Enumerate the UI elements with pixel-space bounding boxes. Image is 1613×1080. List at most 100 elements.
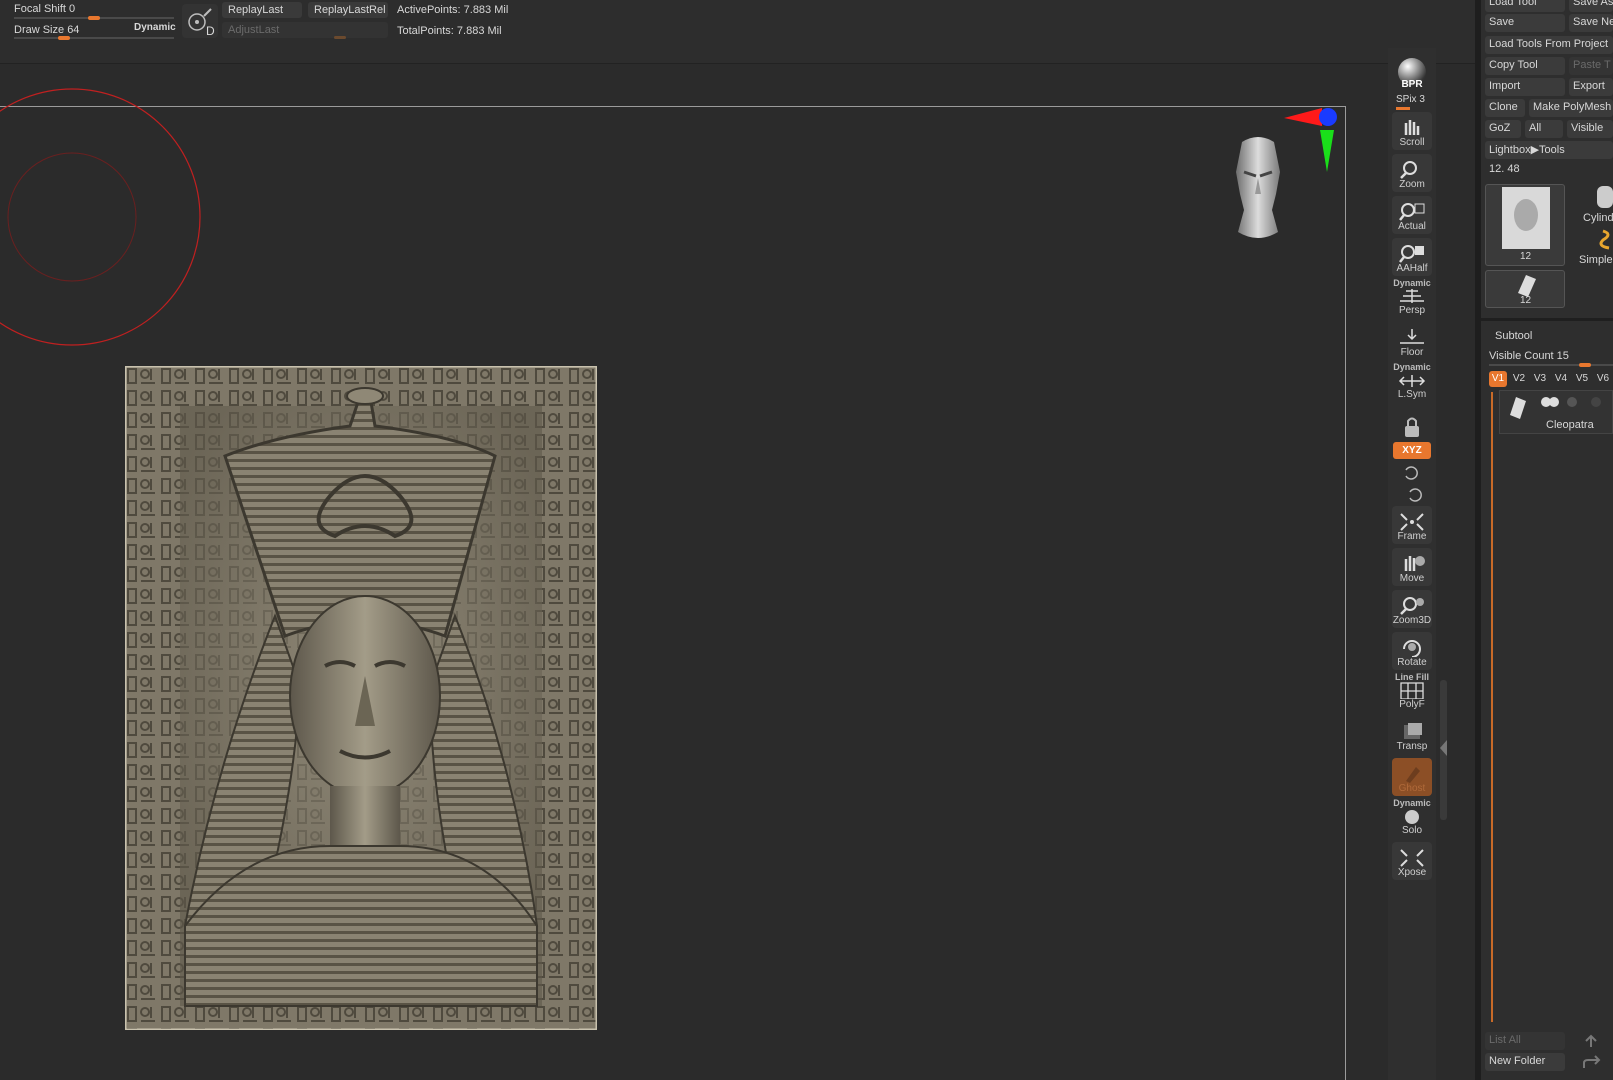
tool-thumbnail-current[interactable]: 12: [1485, 184, 1565, 266]
export-button[interactable]: Export: [1569, 78, 1613, 96]
focal-shift-value: 0: [69, 3, 76, 15]
active-points-readout: ActivePoints: 7.883 Mil: [397, 4, 509, 16]
lightbox-tools-button[interactable]: Lightbox▶Tools: [1485, 141, 1613, 159]
transp-button[interactable]: Transp: [1392, 716, 1432, 754]
clone-button[interactable]: Clone: [1485, 99, 1525, 117]
cylinder-label: Cylind: [1583, 212, 1613, 224]
tool-slider-value[interactable]: 12. 48: [1489, 163, 1520, 175]
make-polymesh-button[interactable]: Make PolyMesh: [1529, 99, 1613, 117]
rotate-label: Rotate: [1397, 657, 1427, 668]
polyf-button[interactable]: Line Fill PolyF: [1392, 672, 1432, 712]
lock-icon: [1405, 417, 1419, 437]
scroll-button[interactable]: Scroll: [1392, 112, 1432, 150]
zoom-button[interactable]: Zoom: [1392, 154, 1432, 192]
actual-button[interactable]: Actual: [1392, 196, 1432, 234]
relief-model[interactable]: [125, 366, 597, 1030]
load-tool-button[interactable]: Load Tool: [1485, 0, 1565, 12]
focal-shift-label: Focal Shift: [14, 3, 66, 15]
magnifier-icon: [1400, 161, 1417, 179]
paste-tool-button[interactable]: Paste T: [1569, 57, 1613, 75]
zoom3d-button[interactable]: Zoom3D: [1392, 590, 1432, 628]
view-tab-v4[interactable]: V4: [1552, 371, 1570, 387]
view-tab-v2[interactable]: V2: [1510, 371, 1528, 387]
replay-last-button[interactable]: ReplayLast: [222, 2, 302, 18]
folder-arrow-icon[interactable]: [1581, 1055, 1603, 1071]
import-button[interactable]: Import: [1485, 78, 1565, 96]
simple-brush-label: Simple: [1579, 254, 1613, 266]
polyf-label: PolyF: [1399, 699, 1425, 710]
draw-size-knob[interactable]: [58, 36, 71, 40]
spix-knob[interactable]: [1396, 107, 1410, 110]
dynamic-draw-button[interactable]: D: [182, 4, 218, 38]
replay-last-rel-button[interactable]: ReplayLastRel: [308, 2, 388, 18]
draw-size-value: 64: [67, 24, 80, 36]
pharaoh-thumb-icon: [1502, 187, 1550, 249]
persp-label: Persp: [1398, 305, 1426, 316]
simple-brush-icon[interactable]: [1599, 228, 1613, 250]
load-tools-from-project-button[interactable]: Load Tools From Project: [1485, 36, 1613, 54]
visible-count-knob[interactable]: [1578, 363, 1591, 367]
focal-shift-slider[interactable]: Focal Shift 0: [14, 3, 75, 15]
floor-label: Floor: [1400, 347, 1424, 358]
axis-gizmo-icon[interactable]: [1280, 106, 1344, 176]
move-hand-icon: [1404, 556, 1425, 571]
save-as-button[interactable]: Save As: [1569, 0, 1613, 12]
frame-label: Frame: [1397, 531, 1427, 542]
subtool-visibility-icons[interactable]: [1540, 395, 1613, 409]
bpr-button[interactable]: BPR: [1392, 52, 1432, 90]
view-tab-v6[interactable]: V6: [1594, 371, 1612, 387]
subtool-title[interactable]: Subtool: [1495, 330, 1532, 342]
solo-dynamic-label: Dynamic: [1393, 798, 1431, 808]
adjust-last-knob[interactable]: [334, 36, 346, 39]
ghost-button[interactable]: Ghost: [1392, 758, 1432, 796]
subtool-list-bar: [1491, 392, 1493, 1022]
collapse-arrow-icon[interactable]: [1440, 740, 1448, 756]
move-button[interactable]: Move: [1392, 548, 1432, 586]
aahalf-button[interactable]: AAHalf: [1392, 238, 1432, 276]
lsym-button[interactable]: Dynamic L.Sym: [1392, 362, 1432, 402]
transp-label: Transp: [1396, 741, 1428, 752]
new-folder-button[interactable]: New Folder: [1485, 1053, 1565, 1071]
view-tab-v1[interactable]: V1: [1489, 371, 1507, 387]
subtool-item-cleopatra[interactable]: Cleopatra: [1499, 390, 1613, 434]
save-button[interactable]: Save: [1485, 14, 1565, 32]
goz-all-button[interactable]: All: [1525, 120, 1563, 138]
draw-size-slider[interactable]: Draw Size 64: [14, 24, 79, 36]
view-tab-v3[interactable]: V3: [1531, 371, 1549, 387]
adjust-last-slider[interactable]: AdjustLast: [222, 22, 388, 38]
frame-button[interactable]: Frame: [1392, 506, 1432, 544]
dynamic-toggle[interactable]: Dynamic: [134, 22, 176, 33]
persp-button[interactable]: Dynamic Persp: [1392, 278, 1432, 318]
arrow-up-icon[interactable]: [1581, 1034, 1601, 1048]
rotate-axis-icons[interactable]: [1400, 464, 1424, 504]
floor-button[interactable]: Floor: [1392, 322, 1432, 360]
copy-tool-button[interactable]: Copy Tool: [1485, 57, 1565, 75]
draw-size-track[interactable]: [14, 37, 174, 39]
save-next-button[interactable]: Save Ne: [1569, 14, 1613, 32]
spix-slider[interactable]: SPix 3: [1396, 94, 1425, 105]
solo-icon: [1405, 810, 1419, 824]
solo-button[interactable]: Dynamic Solo: [1392, 798, 1432, 838]
magnifier-half-icon: [1399, 245, 1424, 263]
xpose-icon: [1400, 849, 1424, 867]
navigation-head-icon[interactable]: [1228, 132, 1288, 244]
lock-button[interactable]: [1392, 406, 1432, 444]
top-toolbar: Focal Shift 0 Draw Size 64 Dynamic D Rep…: [0, 0, 1475, 64]
view-tab-v5[interactable]: V5: [1573, 371, 1591, 387]
goz-visible-button[interactable]: Visible: [1567, 120, 1613, 138]
subtool-name: Cleopatra: [1546, 419, 1594, 431]
xyz-symmetry-button[interactable]: XYZ: [1393, 442, 1431, 459]
goz-button[interactable]: GoZ: [1485, 120, 1521, 138]
d-label: D: [206, 24, 215, 38]
tool-thumbnail-secondary[interactable]: 12: [1485, 270, 1565, 308]
visible-count-slider[interactable]: Visible Count 15: [1489, 350, 1569, 362]
focal-shift-knob[interactable]: [88, 16, 100, 20]
xpose-button[interactable]: Xpose: [1392, 842, 1432, 880]
rotate-button[interactable]: Rotate: [1392, 632, 1432, 670]
visible-count-track[interactable]: [1489, 364, 1613, 366]
plane-thumb-icon: [1518, 275, 1536, 297]
list-all-button[interactable]: List All: [1485, 1032, 1565, 1050]
bpr-label: BPR: [1401, 79, 1423, 90]
cylinder-thumb-icon[interactable]: [1593, 184, 1613, 212]
total-points-readout: TotalPoints: 7.883 Mil: [397, 25, 502, 37]
